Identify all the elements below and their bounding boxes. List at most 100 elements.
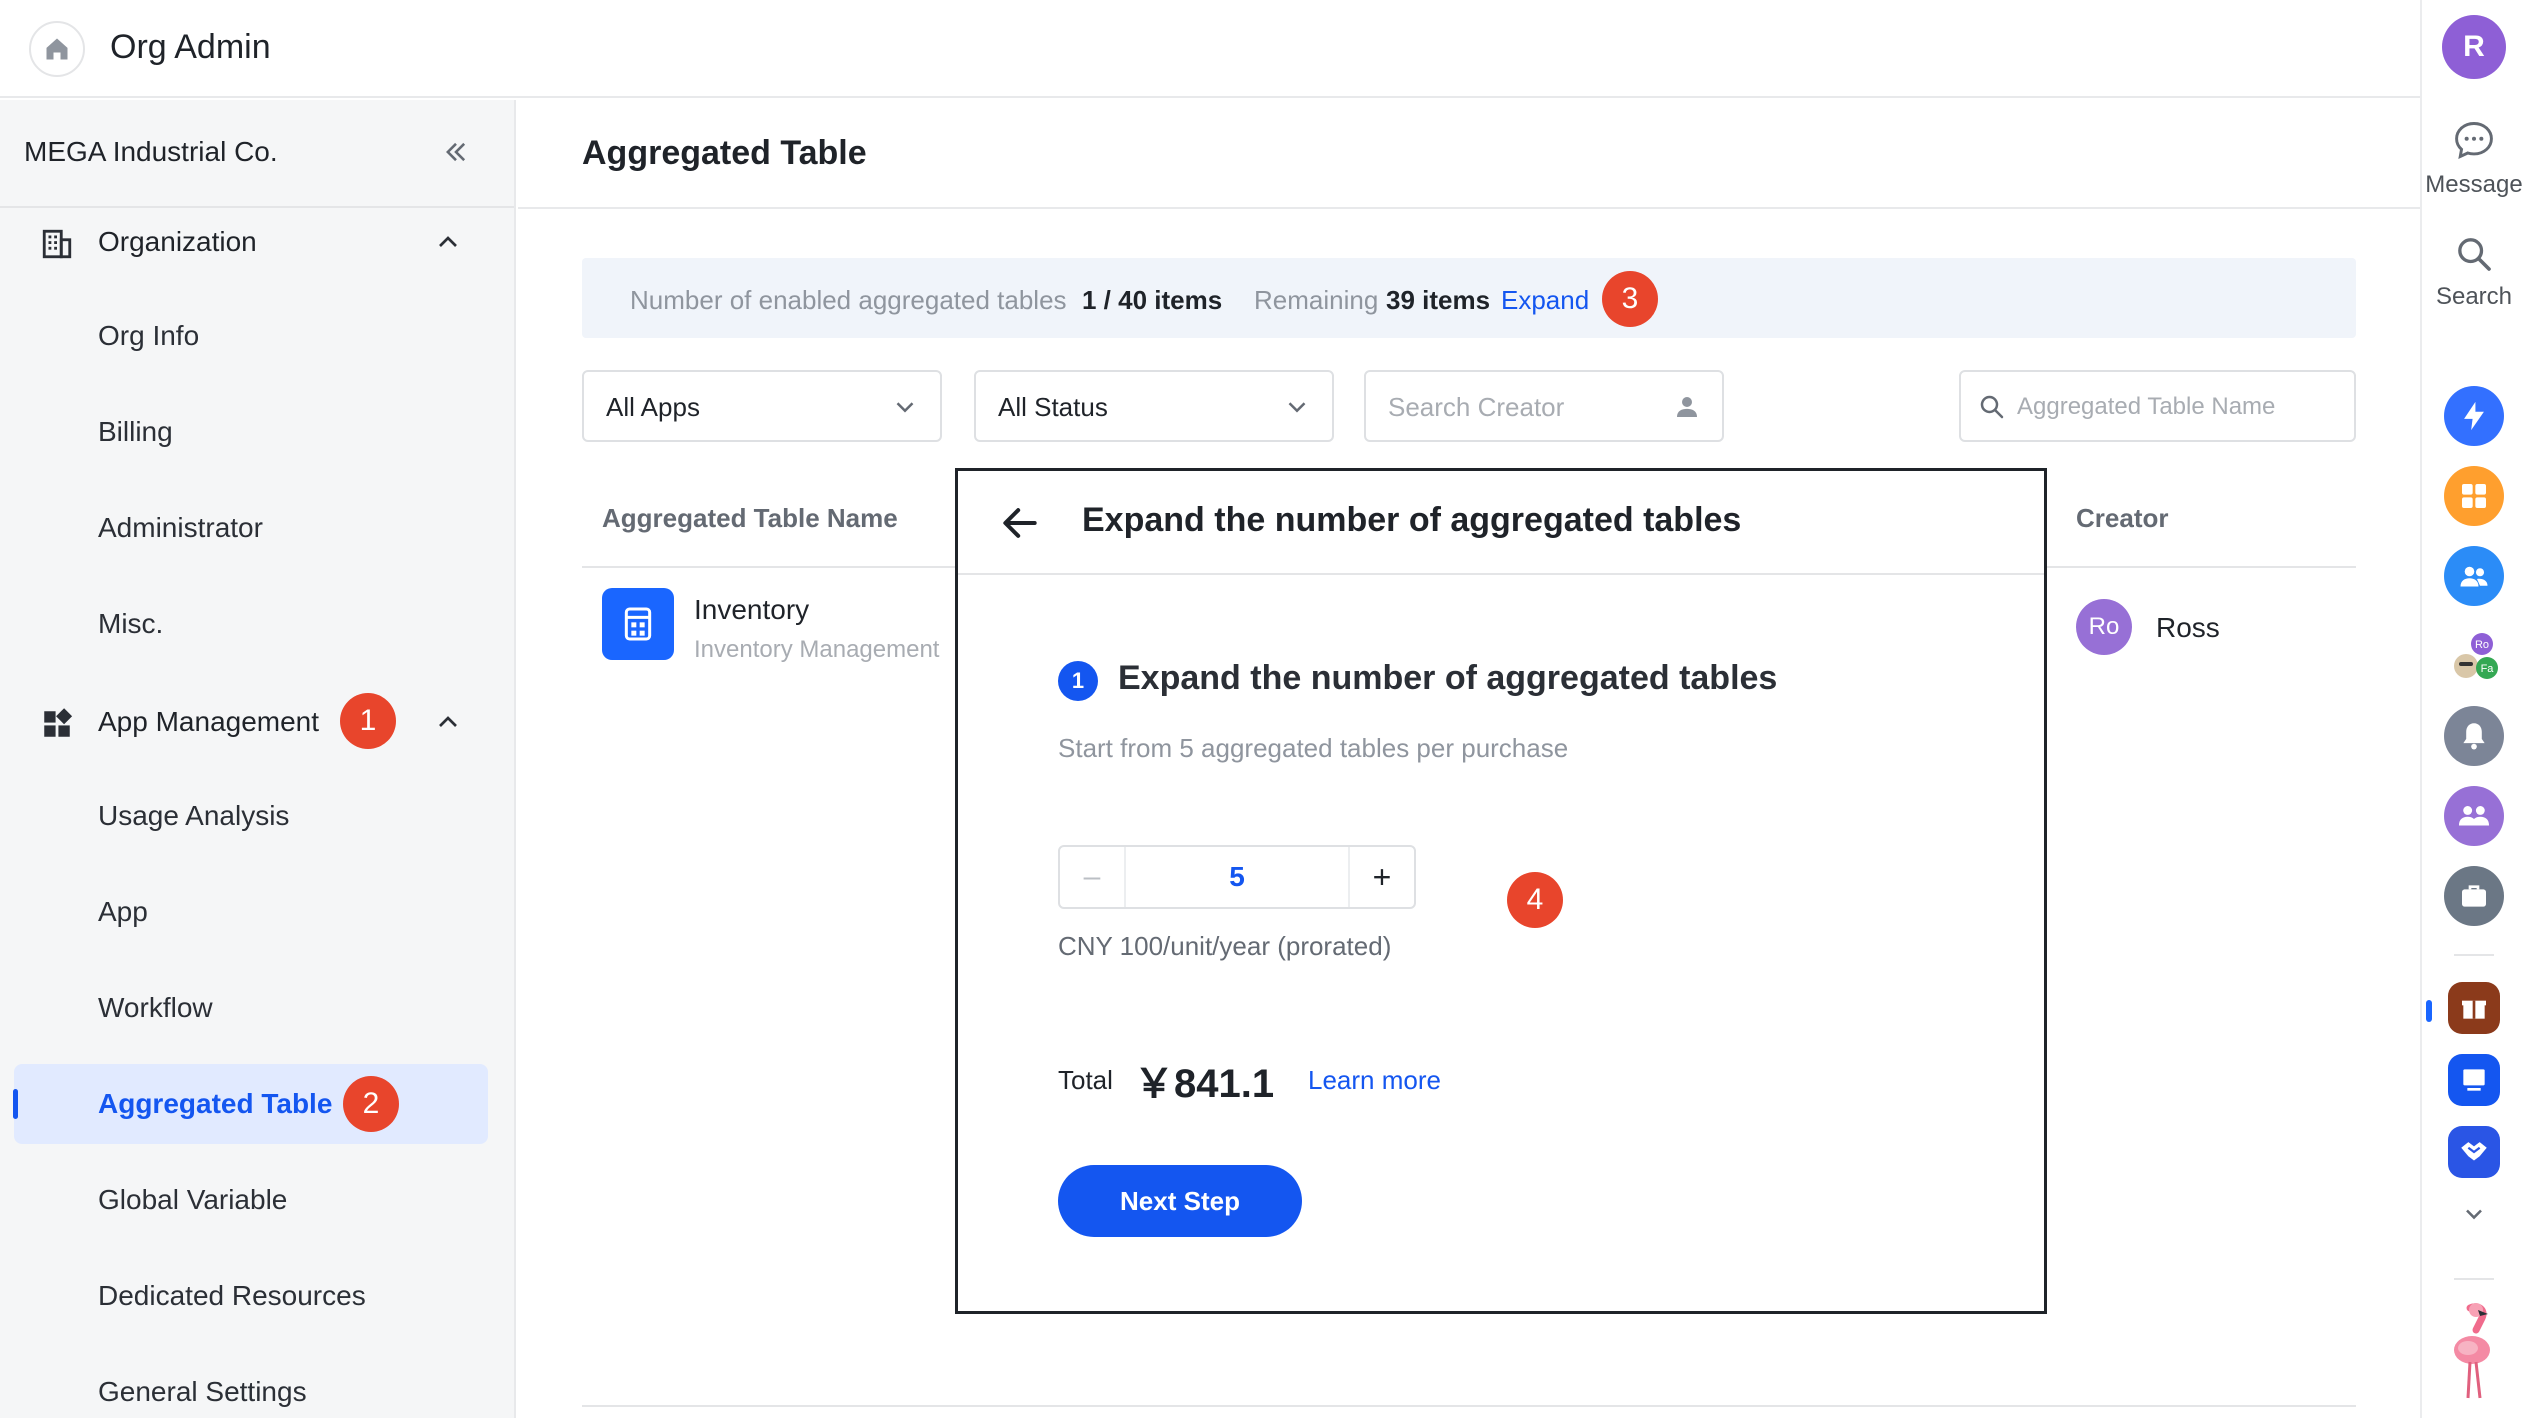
sidebar-item-workflow[interactable]: Workflow bbox=[14, 968, 488, 1048]
learn-more-link[interactable]: Learn more bbox=[1308, 1065, 1441, 1096]
next-step-button[interactable]: Next Step bbox=[1058, 1165, 1302, 1237]
grid-icon bbox=[2462, 484, 2486, 508]
expand-link[interactable]: Expand bbox=[1501, 285, 1589, 316]
rail-app-deals[interactable] bbox=[2448, 1126, 2500, 1178]
rail-separator bbox=[2454, 954, 2494, 956]
sidebar: MEGA Industrial Co. Organization Org Inf… bbox=[0, 100, 516, 1418]
rail-app-groups[interactable] bbox=[2444, 786, 2504, 846]
total-label: Total bbox=[1058, 1065, 1113, 1095]
rail-active-indicator bbox=[2426, 1000, 2432, 1022]
dialog-header: Expand the number of aggregated tables bbox=[958, 471, 2044, 575]
sidebar-item-app[interactable]: App bbox=[14, 872, 488, 952]
table-row-name[interactable]: Inventory bbox=[694, 594, 809, 626]
sidebar-item-global-variable[interactable]: Global Variable bbox=[14, 1160, 488, 1240]
sidebar-item-general-settings[interactable]: General Settings bbox=[14, 1352, 488, 1418]
menu-group-label: Organization bbox=[98, 226, 257, 257]
double-chevron-left-icon bbox=[446, 142, 466, 162]
page-title: Aggregated Table bbox=[582, 134, 867, 172]
menu-group-app-management[interactable]: App Management bbox=[0, 686, 514, 756]
rail-app-contacts[interactable] bbox=[2444, 546, 2504, 606]
table-row-app: Inventory Management bbox=[694, 636, 940, 663]
total-value: ￥841.1 bbox=[1134, 1062, 1275, 1106]
search-tool[interactable]: Search bbox=[2422, 234, 2524, 311]
message-tool[interactable]: Message bbox=[2422, 118, 2524, 199]
annotation-badge-3: 3 bbox=[1602, 271, 1658, 327]
table-bottom-divider bbox=[582, 1405, 2356, 1407]
menu-group-label: App Management bbox=[98, 706, 320, 737]
expand-dialog: Expand the number of aggregated tables 1… bbox=[955, 468, 2047, 1314]
quantity-value[interactable]: 5 bbox=[1126, 847, 1348, 907]
creator-name: Ross bbox=[2156, 612, 2220, 643]
rail-more[interactable] bbox=[2422, 1200, 2524, 1233]
column-header-name: Aggregated Table Name bbox=[602, 503, 898, 533]
rail-app-quick[interactable] bbox=[2444, 386, 2504, 446]
increment-button[interactable]: + bbox=[1348, 847, 1414, 907]
users-icon bbox=[2460, 566, 2488, 587]
annotation-badge-4: 4 bbox=[1507, 872, 1563, 928]
spreadsheet-icon bbox=[624, 607, 652, 641]
message-label: Message bbox=[2425, 171, 2523, 198]
search-icon bbox=[2458, 238, 2491, 271]
collapse-sidebar-button[interactable] bbox=[438, 134, 474, 170]
chevron-down-icon bbox=[2466, 1209, 2482, 1220]
sidebar-item-billing[interactable]: Billing bbox=[14, 392, 488, 472]
decrement-button[interactable]: – bbox=[1060, 847, 1126, 907]
lightning-icon bbox=[2464, 401, 2484, 431]
flamingo-icon bbox=[2454, 1303, 2490, 1399]
rail-separator-bottom bbox=[2454, 1278, 2494, 1280]
mascot bbox=[2422, 1300, 2524, 1409]
sidebar-item-org-info[interactable]: Org Info bbox=[14, 296, 488, 376]
rail-app-notifications[interactable] bbox=[2444, 706, 2504, 766]
step-description: Start from 5 aggregated tables per purch… bbox=[1058, 733, 1569, 763]
step-number: 1 bbox=[1058, 661, 1098, 701]
column-header-creator: Creator bbox=[2076, 503, 2169, 533]
badge-ro: Ro bbox=[2475, 639, 2489, 651]
person-group-icon: Ro Fa bbox=[2454, 633, 2498, 679]
rail-app-presentation[interactable] bbox=[2448, 1054, 2500, 1106]
right-rail: R Message Search Ro Fa bbox=[2420, 0, 2524, 1418]
search-label: Search bbox=[2435, 283, 2513, 310]
dialog-title: Expand the number of aggregated tables bbox=[1082, 501, 1742, 539]
chevron-down-icon bbox=[896, 402, 914, 413]
sidebar-item-dedicated-resources[interactable]: Dedicated Resources bbox=[14, 1256, 488, 1336]
status-filter-select[interactable]: All Status bbox=[974, 370, 1334, 442]
sidebar-item-misc[interactable]: Misc. bbox=[14, 584, 488, 664]
sidebar-item-administrator[interactable]: Administrator bbox=[14, 488, 488, 568]
table-icon bbox=[602, 588, 674, 660]
apps-filter-select[interactable]: All Apps bbox=[582, 370, 942, 442]
rail-app-workplace[interactable] bbox=[2444, 466, 2504, 526]
apps-icon bbox=[44, 708, 73, 737]
remaining-label: Remaining bbox=[1254, 285, 1379, 315]
rail-app-store[interactable] bbox=[2448, 982, 2500, 1034]
message-icon bbox=[2455, 122, 2493, 160]
creator-search-input[interactable]: Search Creator bbox=[1364, 370, 1724, 442]
building-icon bbox=[42, 229, 72, 259]
creator-avatar: Ro bbox=[2076, 599, 2132, 655]
quota-banner: Number of enabled aggregated tables 1 / … bbox=[582, 258, 2356, 338]
status-filter-value: All Status bbox=[998, 392, 1108, 422]
group-icon bbox=[2458, 806, 2490, 826]
main-divider bbox=[518, 207, 2420, 209]
chevron-down-icon bbox=[1288, 402, 1306, 413]
sidebar-item-usage-analysis[interactable]: Usage Analysis bbox=[14, 776, 488, 856]
back-arrow-icon[interactable] bbox=[998, 501, 1042, 545]
home-button[interactable] bbox=[29, 21, 85, 77]
annotation-badge-2: 2 bbox=[343, 1076, 399, 1132]
step-title: Expand the number of aggregated tables bbox=[1118, 659, 1778, 697]
menu-group-organization[interactable]: Organization bbox=[0, 206, 514, 276]
creator-search-placeholder: Search Creator bbox=[1388, 392, 1565, 422]
top-header: Org Admin bbox=[0, 0, 2420, 98]
rail-app-people[interactable]: Ro Fa bbox=[2444, 626, 2504, 686]
rail-app-work[interactable] bbox=[2444, 866, 2504, 926]
search-icon bbox=[1980, 395, 2004, 419]
app-title: Org Admin bbox=[110, 28, 271, 66]
apps-filter-value: All Apps bbox=[606, 392, 700, 422]
table-name-search-input[interactable]: Aggregated Table Name bbox=[1959, 370, 2356, 442]
monitor-icon bbox=[2463, 1069, 2485, 1091]
org-name: MEGA Industrial Co. bbox=[24, 136, 278, 167]
handshake-icon bbox=[2461, 1142, 2487, 1161]
price-note: CNY 100/unit/year (prorated) bbox=[1058, 931, 1392, 961]
enabled-label: Number of enabled aggregated tables bbox=[630, 285, 1067, 315]
user-avatar[interactable]: R bbox=[2442, 15, 2506, 79]
sidebar-item-aggregated-table[interactable]: Aggregated Table bbox=[14, 1064, 488, 1144]
